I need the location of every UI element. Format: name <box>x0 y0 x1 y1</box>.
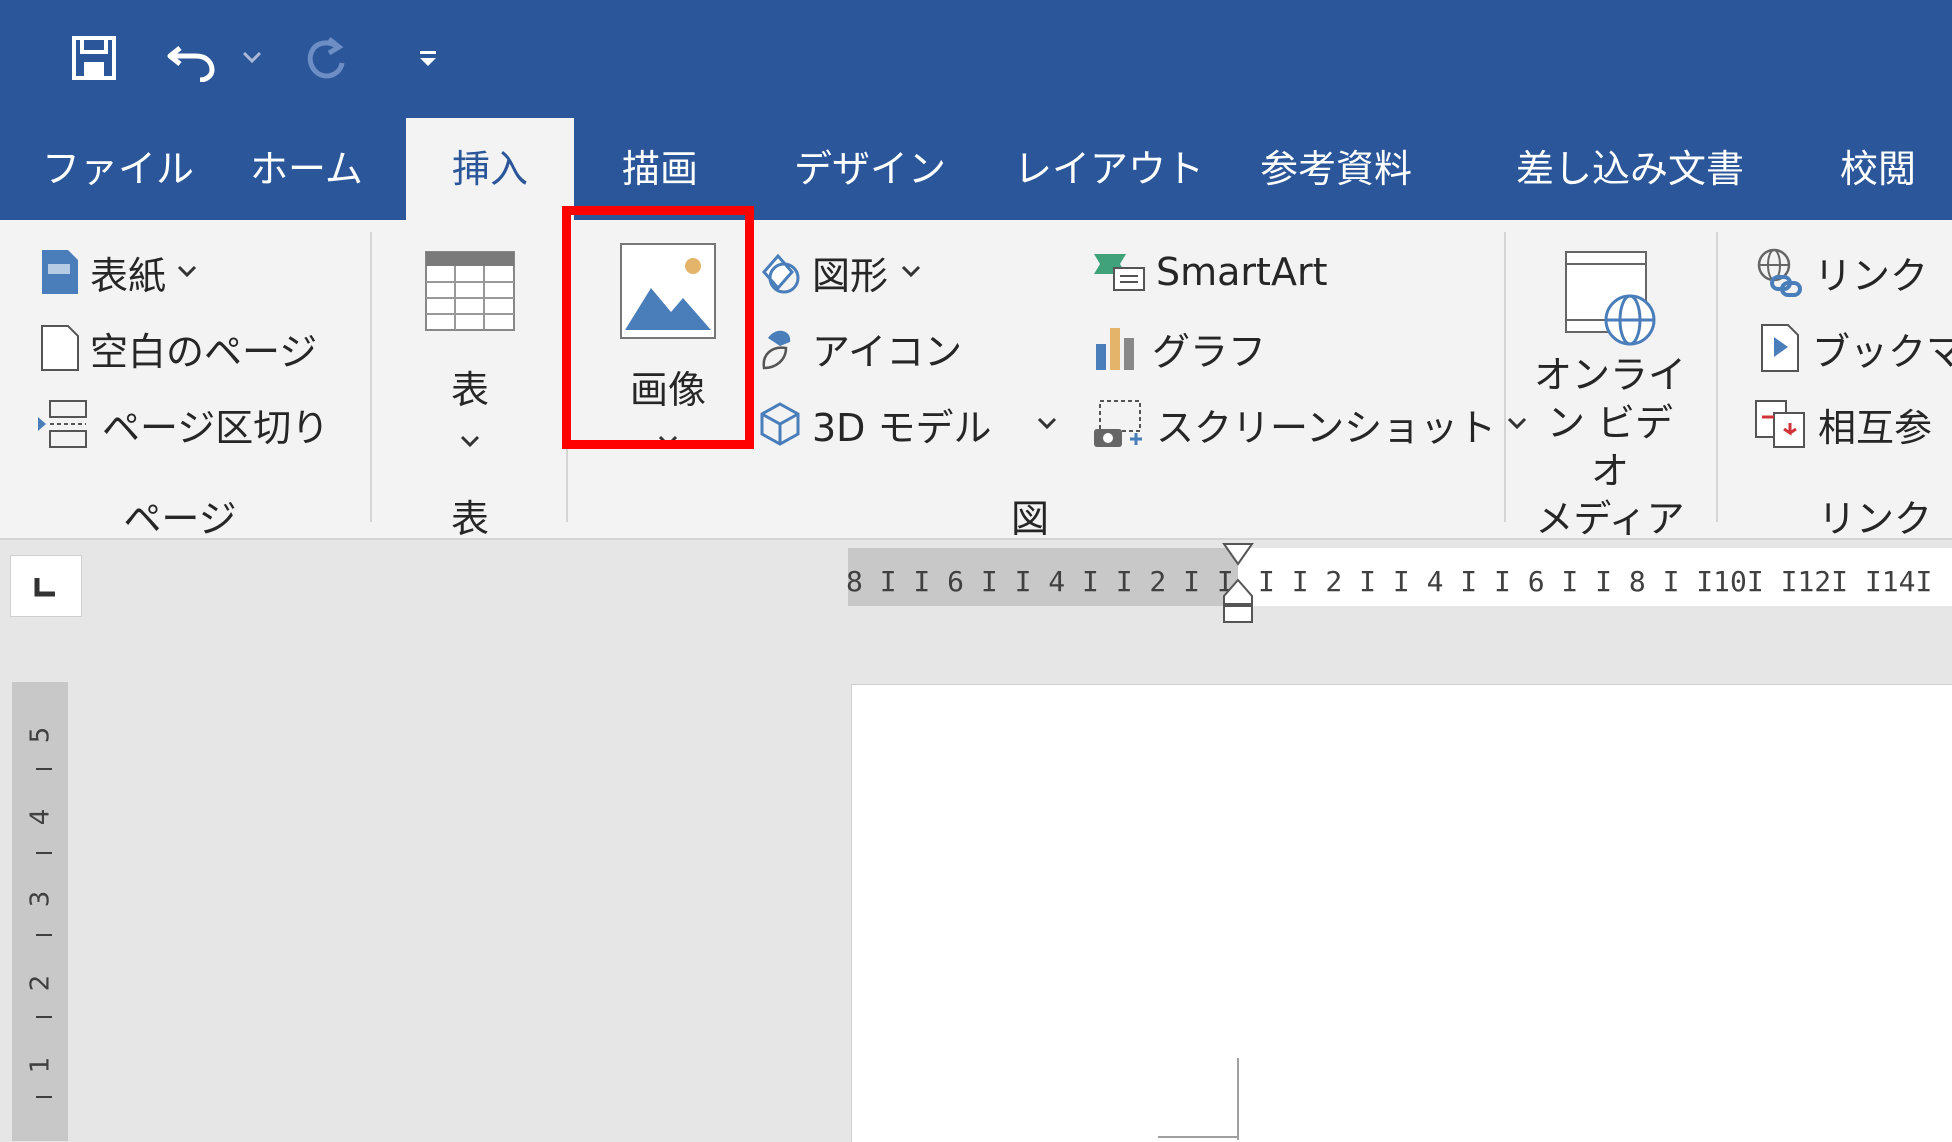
vruler-label: 2 <box>25 974 56 992</box>
cross-reference-label: 相互参 <box>1818 405 1933 450</box>
vruler-label: 1 <box>25 1056 56 1074</box>
icons-label: アイコン <box>812 329 963 374</box>
tab-file[interactable]: ファイル <box>42 118 194 220</box>
online-video-icon <box>1565 251 1656 346</box>
title-bar <box>0 0 1952 118</box>
ribbon-tab-bar: ファイル ホーム 挿入 描画 デザイン レイアウト 参考資料 差し込み文書 校閲 <box>0 118 1952 220</box>
save-button[interactable] <box>64 26 124 90</box>
group-label-media: メディア <box>1535 497 1685 541</box>
group-label-illustrations: 図 <box>1010 497 1049 541</box>
group-label-pages: ページ <box>123 497 237 541</box>
margin-corner-mark <box>1158 1136 1239 1138</box>
smartart-button[interactable]: SmartArt <box>1092 242 1327 302</box>
online-video-label-1: オンライ <box>1533 353 1686 397</box>
undo-dropdown[interactable] <box>236 26 268 90</box>
group-label-table: 表 <box>450 497 489 541</box>
bookmark-button[interactable]: ブックマー <box>1758 318 1952 378</box>
indent-marker-icon[interactable] <box>1222 542 1254 626</box>
shapes-button[interactable]: 図形 <box>758 242 922 302</box>
tab-references[interactable]: 参考資料 <box>1260 118 1412 220</box>
blank-page-label: 空白のページ <box>90 329 318 374</box>
ruler-right-ticks: I I 2 I I 4 I I 6 I I 8 I I10I I12I I14I <box>1258 565 1933 598</box>
chevron-down-icon <box>901 265 921 278</box>
chevron-down-icon <box>177 265 197 278</box>
tab-mailings[interactable]: 差し込み文書 <box>1516 118 1744 220</box>
undo-button[interactable] <box>162 26 222 90</box>
vruler-label: 3 <box>25 890 56 908</box>
table-button-label: 表 <box>450 368 489 412</box>
ruler-left-ticks: 8 I I 6 I I 4 I I 2 I I <box>846 565 1234 598</box>
save-icon <box>72 36 116 80</box>
online-video-button[interactable]: オンライ ン ビデオ <box>1530 248 1690 495</box>
redo-icon <box>307 37 345 79</box>
3d-models-button[interactable]: 3D モデル <box>758 394 1058 454</box>
blank-page-icon <box>41 325 79 371</box>
redo-button[interactable] <box>296 26 356 90</box>
blank-page-button[interactable]: 空白のページ <box>40 318 317 378</box>
chevron-down-icon <box>1037 417 1056 430</box>
undo-icon <box>167 46 215 82</box>
link-button[interactable]: リンク <box>1754 242 1928 302</box>
group-separator <box>1716 232 1718 522</box>
link-icon <box>1757 248 1802 297</box>
tab-review[interactable]: 校閲 <box>1840 118 1916 220</box>
icons-button[interactable]: アイコン <box>758 318 962 378</box>
table-icon <box>425 251 515 331</box>
tab-design[interactable]: デザイン <box>794 118 946 220</box>
cube-icon <box>760 402 800 446</box>
group-label-links: リンク <box>1817 497 1932 541</box>
screenshot-icon <box>1094 400 1142 447</box>
customize-icon <box>420 51 436 66</box>
shapes-label: 図形 <box>812 253 889 298</box>
cover-page-icon <box>42 250 78 294</box>
vruler-dash <box>36 852 52 854</box>
screenshot-button[interactable]: スクリーンショット <box>1092 394 1528 454</box>
group-separator <box>1504 232 1506 522</box>
page-break-label: ページ区切り <box>102 405 330 450</box>
picture-highlight-box <box>562 206 754 449</box>
vruler-label: 5 <box>25 726 56 744</box>
vruler-dash <box>36 768 52 770</box>
chart-button[interactable]: グラフ <box>1092 318 1266 378</box>
page-break-button[interactable]: ページ区切り <box>36 394 329 454</box>
chart-label: グラフ <box>1152 329 1267 374</box>
smartart-label: SmartArt <box>1156 250 1328 294</box>
bookmark-icon <box>1761 324 1799 372</box>
cover-page-label: 表紙 <box>90 253 167 298</box>
page-break-icon <box>38 400 87 448</box>
table-button[interactable]: 表 <box>410 250 530 458</box>
tab-home[interactable]: ホーム <box>250 118 363 220</box>
bar-chart-icon <box>1096 328 1134 370</box>
link-label: リンク <box>1814 253 1929 298</box>
chevron-down-icon <box>242 51 262 64</box>
ribbon: 表紙 空白のページ ページ区切り ページ 表 表 画像 図形 アイコン 3D モ… <box>0 220 1952 541</box>
vruler-dash <box>36 1096 52 1098</box>
smartart-icon <box>1094 254 1145 291</box>
cross-reference-icon <box>1755 400 1805 448</box>
vruler-label: 4 <box>25 808 56 826</box>
vruler-dash <box>36 934 52 936</box>
screenshot-label: スクリーンショット <box>1156 405 1497 450</box>
cross-reference-button[interactable]: 相互参 <box>1754 394 1932 454</box>
customize-qat-button[interactable] <box>412 26 444 90</box>
document-page[interactable] <box>851 684 1952 1142</box>
online-video-label-2: ン ビデオ <box>1546 401 1674 493</box>
cover-page-button[interactable]: 表紙 <box>40 242 198 302</box>
left-tab-icon <box>34 578 55 597</box>
group-separator <box>370 232 372 522</box>
vruler-dash <box>36 1016 52 1018</box>
tab-layout[interactable]: レイアウト <box>1014 118 1204 220</box>
chevron-down-icon <box>460 435 480 448</box>
bookmark-label: ブックマー <box>1812 329 1952 374</box>
tab-selector[interactable] <box>10 555 82 617</box>
icons-icon <box>762 330 791 370</box>
margin-corner-mark <box>1237 1058 1239 1140</box>
shapes-icon <box>762 253 800 294</box>
chevron-down-icon <box>1508 417 1527 430</box>
vertical-ruler: 5 4 3 2 1 <box>12 682 68 1141</box>
3d-models-label: 3D モデル <box>812 405 992 450</box>
tab-draw[interactable]: 描画 <box>622 118 698 220</box>
tab-insert[interactable]: 挿入 <box>406 118 574 220</box>
